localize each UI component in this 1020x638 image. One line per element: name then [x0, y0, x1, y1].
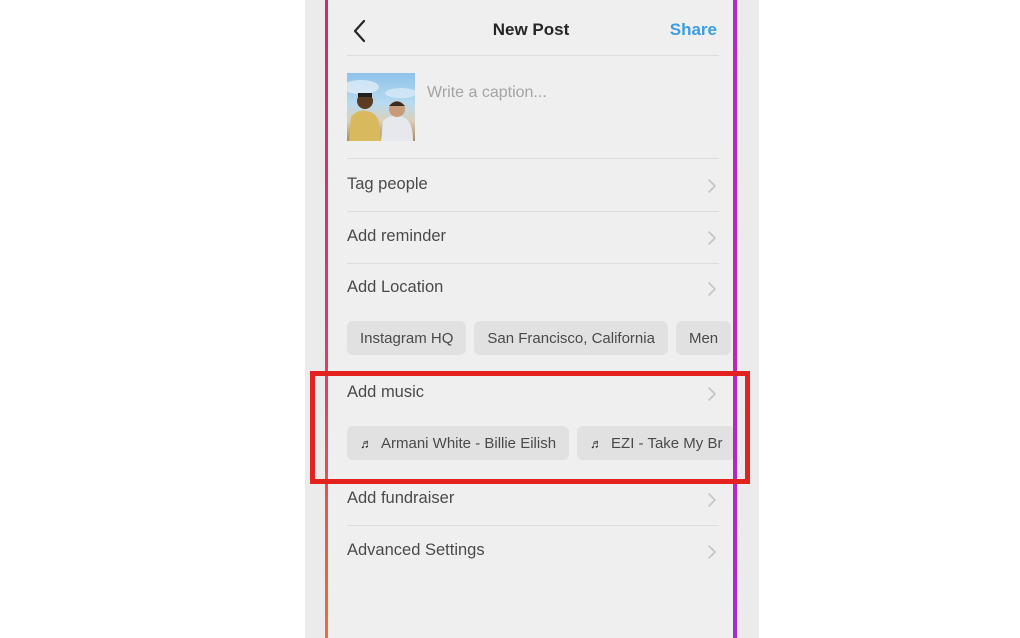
new-post-screen: New Post Share Tag people [325, 0, 737, 638]
header: New Post Share [325, 0, 737, 58]
music-note-icon: ♬ [360, 435, 373, 451]
add-music-row[interactable]: Add music [347, 369, 717, 419]
add-fundraiser-row[interactable]: Add fundraiser [347, 475, 717, 525]
music-note-icon: ♬ [590, 435, 604, 451]
add-location-label: Add Location [347, 278, 444, 296]
post-photo-image [347, 80, 415, 141]
music-chip[interactable]: ♬ EZI - Take My Br [577, 426, 736, 460]
tag-people-row[interactable]: Tag people [347, 161, 717, 211]
advanced-settings-label: Advanced Settings [347, 541, 485, 559]
add-reminder-row[interactable]: Add reminder [347, 213, 717, 263]
chevron-right-icon [708, 493, 716, 507]
caption-area [347, 73, 727, 145]
row-divider [347, 525, 719, 526]
location-chip[interactable]: Men [675, 321, 732, 355]
location-chip[interactable]: Instagram HQ [347, 321, 467, 355]
music-chip[interactable]: ♬ Armani White - Billie Eilish [347, 426, 570, 460]
location-chip[interactable]: San Francisco, California [474, 321, 668, 355]
header-divider [347, 55, 719, 56]
add-reminder-label: Add reminder [347, 227, 447, 245]
advanced-settings-row[interactable]: Advanced Settings [347, 527, 717, 577]
add-music-label: Add music [347, 383, 425, 401]
chevron-right-icon [708, 387, 716, 401]
chevron-right-icon [708, 179, 716, 193]
post-thumbnail[interactable] [347, 73, 415, 141]
add-location-row[interactable]: Add Location [347, 264, 717, 314]
share-button[interactable]: Share [670, 20, 717, 40]
frame-left-edge [325, 0, 328, 638]
location-suggestions: Instagram HQ San Francisco, California Men [347, 321, 737, 357]
frame-right-edge [733, 0, 737, 638]
phone-screen: New Post Share Tag people [305, 0, 759, 638]
music-chip-label: EZI - Take My Br [611, 434, 723, 452]
caption-input[interactable] [427, 73, 717, 113]
music-chip-label: Armani White - Billie Eilish [381, 434, 557, 452]
tag-people-label: Tag people [347, 175, 428, 193]
chevron-right-icon [708, 545, 716, 559]
add-fundraiser-label: Add fundraiser [347, 489, 455, 507]
chevron-right-icon [708, 231, 716, 245]
caption-divider [347, 158, 719, 159]
row-divider [347, 211, 719, 212]
music-suggestions: ♬ Armani White - Billie Eilish ♬ EZI - T… [347, 426, 737, 462]
chevron-right-icon [708, 282, 716, 296]
